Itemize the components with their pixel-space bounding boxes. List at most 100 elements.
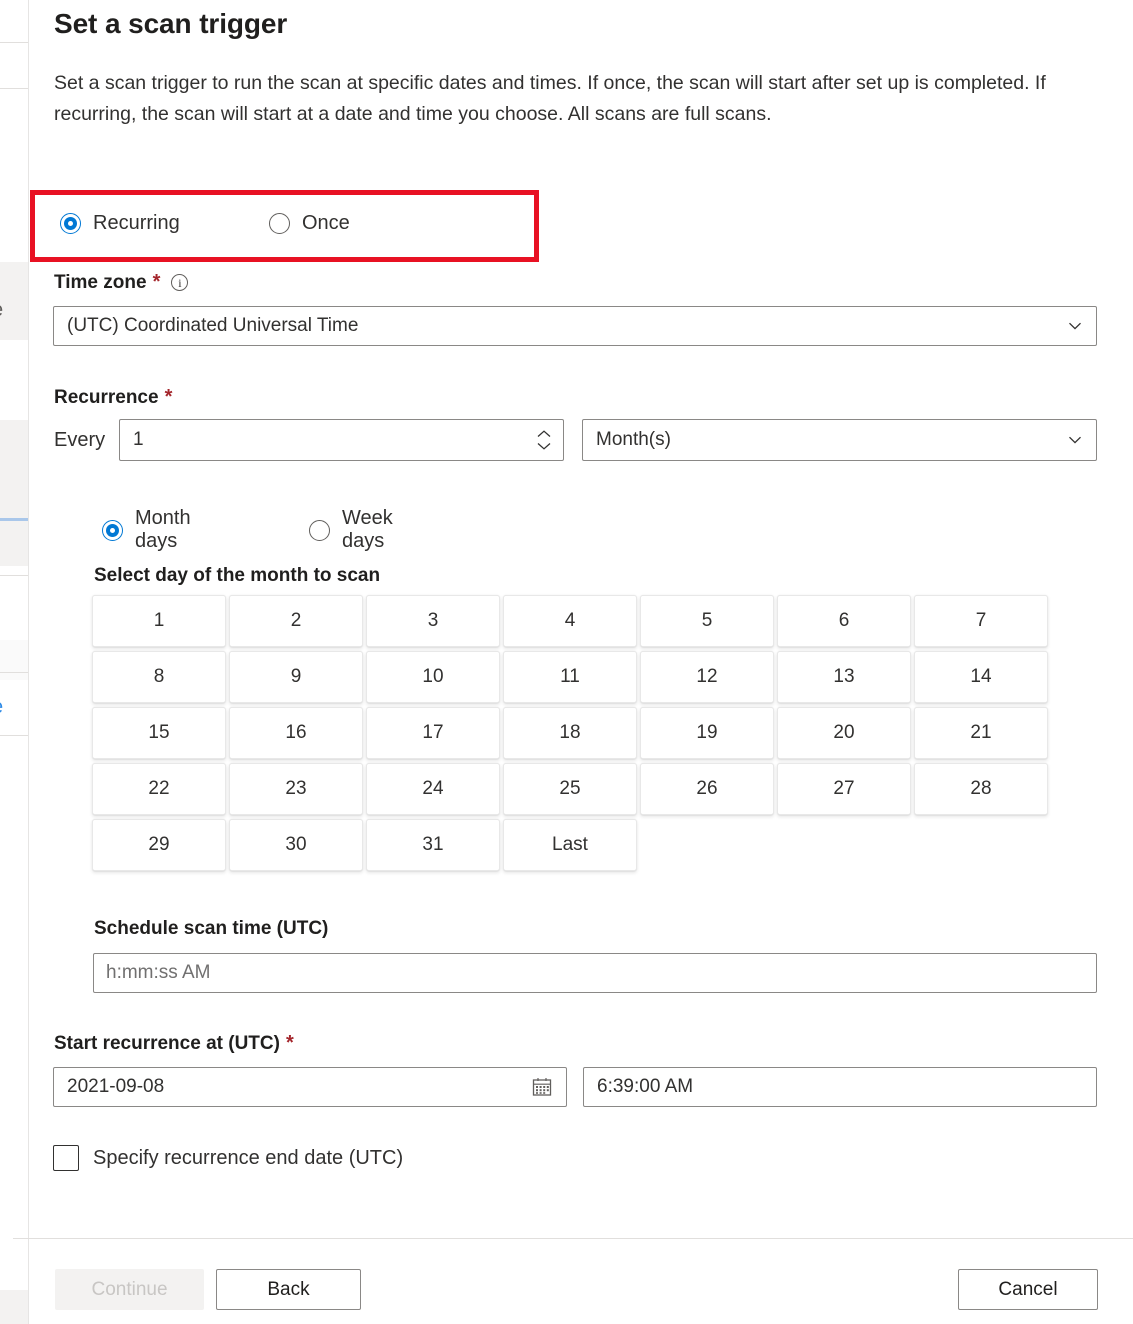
- recurrence-unit-dropdown[interactable]: Month(s): [582, 419, 1097, 461]
- day-cell-wrapper: 2: [229, 595, 366, 651]
- day-cell-wrapper: 7: [914, 595, 1051, 651]
- day-cell-wrapper: 15: [92, 707, 229, 763]
- radio-indicator-recurring: [60, 213, 81, 234]
- day-cell-wrapper: Last: [503, 819, 640, 875]
- background-divider: [0, 672, 28, 673]
- day-cell-wrapper: [777, 819, 914, 875]
- day-cell[interactable]: 14: [914, 651, 1048, 703]
- day-cell[interactable]: 7: [914, 595, 1048, 647]
- day-cell-wrapper: 3: [366, 595, 503, 651]
- day-cell-wrapper: [640, 819, 777, 875]
- day-cell[interactable]: 13: [777, 651, 911, 703]
- schedule-scan-time-input[interactable]: h:mm:ss AM: [93, 953, 1097, 993]
- day-cell[interactable]: 28: [914, 763, 1048, 815]
- radio-label-recurring: Recurring: [93, 212, 180, 234]
- time-zone-required-marker: *: [152, 271, 161, 293]
- day-cell[interactable]: 23: [229, 763, 363, 815]
- day-cell-wrapper: 1: [92, 595, 229, 651]
- background-accent-line: [0, 518, 28, 521]
- radio-month-days[interactable]: Month days: [102, 507, 191, 553]
- day-cell[interactable]: 18: [503, 707, 637, 759]
- day-cell[interactable]: 26: [640, 763, 774, 815]
- day-cell[interactable]: 11: [503, 651, 637, 703]
- day-cell[interactable]: 29: [92, 819, 226, 871]
- month-days-heading: Select day of the month to scan: [94, 565, 381, 586]
- day-cell[interactable]: 25: [503, 763, 637, 815]
- day-cell-wrapper: 14: [914, 651, 1051, 707]
- panel-body: Set a scan trigger Set a scan trigger to…: [29, 0, 1133, 1224]
- specify-end-date-checkbox[interactable]: Specify recurrence end date (UTC): [53, 1145, 403, 1171]
- start-recurrence-label: Start recurrence at (UTC) *: [54, 1032, 294, 1055]
- background-row: [0, 500, 28, 566]
- day-cell[interactable]: 27: [777, 763, 911, 815]
- chevron-up-icon[interactable]: [535, 429, 553, 439]
- background-divider: [0, 88, 28, 89]
- start-recurrence-time-input[interactable]: 6:39:00 AM: [583, 1067, 1097, 1107]
- day-cell[interactable]: 1: [92, 595, 226, 647]
- page-description: Set a scan trigger to run the scan at sp…: [54, 72, 1046, 125]
- radio-label-week-days: Week days: [342, 507, 393, 552]
- checkbox-indicator: [53, 1145, 79, 1171]
- recurrence-required-marker: *: [164, 386, 173, 408]
- day-cell[interactable]: 21: [914, 707, 1048, 759]
- day-cell[interactable]: 4: [503, 595, 637, 647]
- day-cell[interactable]: 31: [366, 819, 500, 871]
- radio-label-once: Once: [302, 212, 350, 234]
- cancel-button[interactable]: Cancel: [958, 1269, 1098, 1310]
- day-cell[interactable]: 17: [366, 707, 500, 759]
- spinner-buttons[interactable]: [535, 429, 553, 451]
- info-icon[interactable]: i: [171, 274, 189, 291]
- day-cell[interactable]: 15: [92, 707, 226, 759]
- day-cell[interactable]: 6: [777, 595, 911, 647]
- day-cell[interactable]: 12: [640, 651, 774, 703]
- time-zone-dropdown[interactable]: (UTC) Coordinated Universal Time: [53, 306, 1097, 346]
- back-button[interactable]: Back: [216, 1269, 361, 1310]
- day-cell[interactable]: 9: [229, 651, 363, 703]
- start-recurrence-date-input[interactable]: 2021-09-08: [53, 1067, 567, 1107]
- recurrence-interval-spinner[interactable]: 1: [119, 419, 564, 461]
- time-zone-label-text: Time zone: [54, 271, 147, 293]
- recurrence-label-text: Recurrence: [54, 386, 159, 408]
- specify-end-date-label: Specify recurrence end date (UTC): [93, 1146, 404, 1169]
- day-cell-wrapper: 9: [229, 651, 366, 707]
- day-cell-wrapper: 19: [640, 707, 777, 763]
- day-cell-wrapper: 29: [92, 819, 229, 875]
- schedule-scan-time-label: Schedule scan time (UTC): [94, 918, 329, 939]
- day-cell[interactable]: 8: [92, 651, 226, 703]
- day-cell-wrapper: 24: [366, 763, 503, 819]
- page-title: Set a scan trigger: [54, 8, 288, 39]
- month-day-grid: 1 2 3 4 5 6 7 8 9 10 11 12 13 14 15 16 17 18 19 20 21 22 23 24 2…: [92, 595, 1051, 875]
- radio-once[interactable]: Once: [269, 212, 350, 235]
- day-cell-wrapper: 6: [777, 595, 914, 651]
- day-cell[interactable]: 2: [229, 595, 363, 647]
- day-cell[interactable]: 16: [229, 707, 363, 759]
- day-cell-wrapper: 31: [366, 819, 503, 875]
- time-zone-value: (UTC) Coordinated Universal Time: [67, 315, 359, 336]
- continue-button: Continue: [55, 1269, 204, 1310]
- day-cell-wrapper: 22: [92, 763, 229, 819]
- every-label: Every: [54, 429, 106, 451]
- day-cell[interactable]: 22: [92, 763, 226, 815]
- chevron-down-icon[interactable]: [535, 441, 553, 451]
- radio-recurring[interactable]: Recurring: [60, 212, 180, 235]
- day-cell[interactable]: 19: [640, 707, 774, 759]
- radio-label-month-days: Month days: [135, 507, 191, 552]
- day-cell[interactable]: 10: [366, 651, 500, 703]
- recurrence-label: Recurrence *: [54, 386, 172, 409]
- radio-indicator-once: [269, 213, 290, 234]
- day-cell[interactable]: 5: [640, 595, 774, 647]
- day-cell-wrapper: 21: [914, 707, 1051, 763]
- day-cell-wrapper: 18: [503, 707, 640, 763]
- radio-week-days[interactable]: Week days: [309, 507, 393, 553]
- background-row: [0, 420, 28, 500]
- day-cell[interactable]: 24: [366, 763, 500, 815]
- radio-indicator-week-days: [309, 519, 330, 541]
- background-text-fragment: o: [0, 332, 28, 346]
- day-cell-wrapper: 5: [640, 595, 777, 651]
- day-cell[interactable]: Last: [503, 819, 637, 871]
- day-cell[interactable]: 30: [229, 819, 363, 871]
- day-cell[interactable]: 3: [366, 595, 500, 647]
- calendar-icon[interactable]: [531, 1076, 553, 1098]
- day-cell-wrapper: 11: [503, 651, 640, 707]
- day-cell[interactable]: 20: [777, 707, 911, 759]
